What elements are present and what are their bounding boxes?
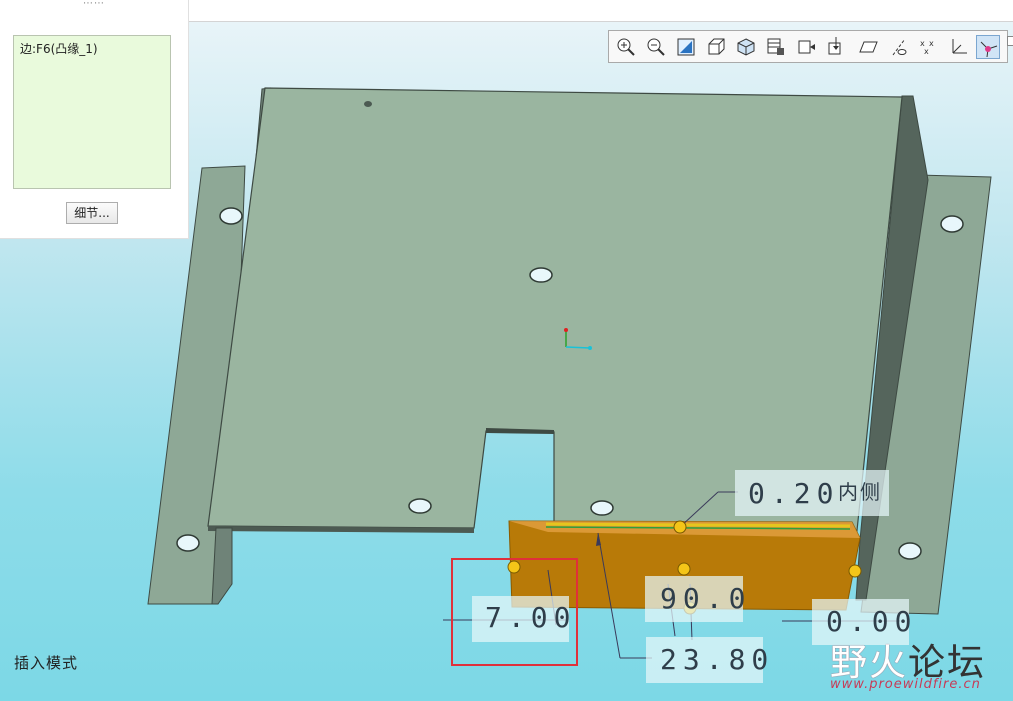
panel-grip[interactable]: ⋯⋯ xyxy=(82,0,106,10)
view-toolbar: xxx xyxy=(608,30,1008,63)
edge-item[interactable]: 边:F6(凸缘_1) xyxy=(20,40,98,57)
svg-text:x: x xyxy=(929,39,934,48)
perspective-icon[interactable] xyxy=(794,35,818,59)
datum-point-display-icon[interactable]: xxx xyxy=(917,35,941,59)
drag-handle[interactable] xyxy=(677,562,691,576)
annotation-display-icon[interactable] xyxy=(976,35,1000,59)
coordinate-system-display-icon[interactable] xyxy=(947,35,971,59)
small-hole xyxy=(364,101,372,107)
hole xyxy=(219,207,243,225)
placement-panel: ⋯⋯ 边:F6(凸缘_1) 细节... xyxy=(0,0,189,239)
flange-length-dimension[interactable]: 7.00 xyxy=(485,604,576,632)
drag-handle[interactable] xyxy=(848,564,862,578)
hole xyxy=(898,542,922,560)
hole xyxy=(529,267,553,283)
height-dimension[interactable]: 23.80 xyxy=(660,646,774,674)
view-manager-icon[interactable] xyxy=(764,35,788,59)
hole xyxy=(176,534,200,552)
svg-text:x: x xyxy=(924,47,929,56)
hole xyxy=(408,498,432,514)
hole xyxy=(940,215,964,233)
toolbar-overflow[interactable] xyxy=(1007,36,1013,46)
display-style-icon[interactable] xyxy=(704,35,728,59)
bend-radius-dimension[interactable]: 0.20 xyxy=(748,480,839,508)
view-orientation-icon[interactable] xyxy=(734,35,758,59)
edge-collector[interactable]: 边:F6(凸缘_1) xyxy=(13,35,171,189)
insert-mode-label: 插入模式 xyxy=(14,654,79,672)
refit-icon[interactable] xyxy=(674,35,698,59)
bend-side-label[interactable]: 内侧 xyxy=(838,482,882,502)
left-front-drop xyxy=(211,527,233,605)
zoom-out-icon[interactable] xyxy=(644,35,668,59)
drag-handle[interactable] xyxy=(673,520,687,534)
datum-plane-display-icon[interactable] xyxy=(857,35,881,59)
watermark-url: www.proewildfire.cn xyxy=(830,677,981,692)
zoom-in-icon[interactable] xyxy=(614,35,638,59)
datum-axis-display-icon[interactable] xyxy=(887,35,911,59)
watermark-logo: 野火论坛 www.proewildfire.cn xyxy=(826,632,1011,696)
drag-handle[interactable] xyxy=(507,560,521,574)
angle-dimension[interactable]: 90.0 xyxy=(660,585,751,613)
ribbon-strip xyxy=(188,0,1013,22)
details-button[interactable]: 细节... xyxy=(66,202,118,224)
hole xyxy=(590,500,614,516)
section-icon[interactable] xyxy=(824,35,848,59)
